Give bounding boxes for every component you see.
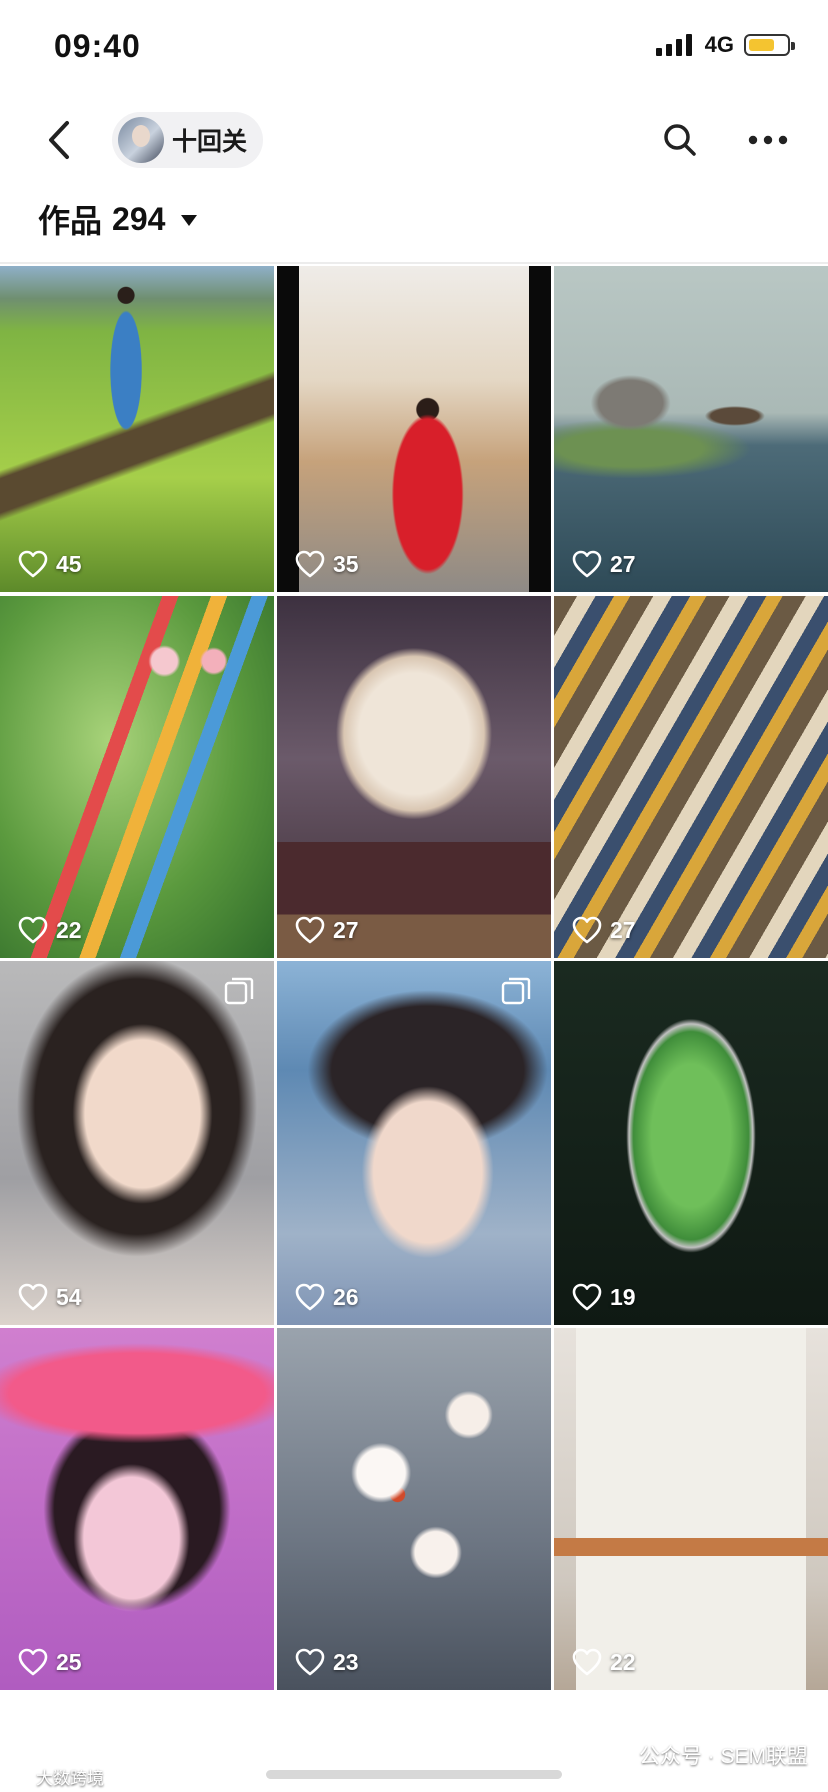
avatar: [118, 117, 164, 163]
like-count: 54: [18, 1283, 82, 1311]
works-label: 作品: [38, 203, 103, 239]
like-count-value: 25: [56, 1648, 82, 1675]
like-count: 23: [295, 1648, 359, 1676]
like-count-value: 27: [610, 550, 636, 577]
multi-image-icon: [501, 977, 531, 1007]
follow-back-label: 十回关: [172, 128, 248, 156]
like-count-value: 19: [610, 1283, 636, 1310]
video-thumbnail[interactable]: 54: [0, 961, 274, 1325]
heart-icon: [18, 550, 48, 578]
like-count: 45: [18, 550, 82, 578]
like-count-value: 54: [56, 1283, 82, 1310]
heart-icon: [295, 1283, 325, 1311]
video-thumbnail[interactable]: 23: [277, 1328, 551, 1690]
video-thumbnail[interactable]: 27: [554, 266, 828, 592]
video-thumbnail[interactable]: 45: [0, 266, 274, 592]
battery-level: [749, 39, 774, 51]
network-type: 4G: [704, 32, 734, 57]
watermark-left-text: 大数跨境: [36, 1769, 104, 1788]
caret-down-icon: [181, 215, 198, 226]
video-thumbnail[interactable]: 25: [0, 1328, 274, 1690]
heart-icon: [18, 1648, 48, 1676]
like-count-value: 45: [56, 550, 82, 577]
back-button[interactable]: [36, 114, 82, 166]
heart-icon: [295, 916, 325, 944]
signal-icon: [655, 34, 692, 56]
video-thumbnail[interactable]: 19: [554, 961, 828, 1325]
like-count: 35: [295, 550, 359, 578]
works-count: 294: [112, 200, 166, 237]
nav-bar: 十回关: [0, 100, 828, 180]
like-count-value: 27: [610, 916, 636, 943]
status-time: 09:40: [54, 28, 141, 64]
video-thumbnail[interactable]: 27: [277, 596, 551, 958]
status-indicators: 4G: [655, 32, 795, 58]
follow-back-button[interactable]: 十回关: [112, 112, 264, 168]
like-count-value: 26: [333, 1283, 359, 1310]
like-count: 27: [295, 916, 359, 944]
battery-icon: [744, 34, 795, 56]
like-count: 22: [18, 916, 82, 944]
watermark-logo-icon: [12, 1772, 31, 1783]
heart-icon: [572, 1648, 602, 1676]
home-indicator[interactable]: [266, 1770, 562, 1779]
like-count: 25: [18, 1648, 82, 1676]
like-count-value: 22: [56, 916, 82, 943]
heart-icon: [18, 916, 48, 944]
more-dots-icon: [748, 135, 788, 145]
more-button[interactable]: [742, 114, 794, 166]
divider: [0, 262, 828, 264]
like-count: 26: [295, 1283, 359, 1311]
video-thumbnail[interactable]: 27: [554, 596, 828, 958]
like-count-value: 35: [333, 550, 359, 577]
video-thumbnail[interactable]: 26: [277, 961, 551, 1325]
heart-icon: [295, 550, 325, 578]
video-thumbnail[interactable]: 22: [554, 1328, 828, 1690]
watermark-right: 公众号 · SEM联盟: [594, 1740, 808, 1770]
watermark-left: 大数跨境: [12, 1764, 104, 1789]
heart-icon: [572, 550, 602, 578]
like-count-value: 27: [333, 916, 359, 943]
video-thumbnail[interactable]: 22: [0, 596, 274, 958]
like-count: 22: [572, 1648, 636, 1676]
search-icon: [664, 124, 696, 156]
heart-icon: [572, 916, 602, 944]
watermark-right-text: 公众号 · SEM联盟: [638, 1745, 808, 1768]
status-bar: 09:40 4G: [0, 0, 828, 100]
heart-icon: [295, 1648, 325, 1676]
multi-image-icon: [224, 977, 254, 1007]
works-filter[interactable]: 作品 294: [38, 196, 198, 242]
heart-icon: [572, 1283, 602, 1311]
search-button[interactable]: [654, 114, 706, 166]
chevron-left-icon: [49, 121, 69, 159]
like-count: 19: [572, 1283, 636, 1311]
video-thumbnail[interactable]: 35: [277, 266, 551, 592]
heart-icon: [18, 1283, 48, 1311]
like-count: 27: [572, 550, 636, 578]
like-count: 27: [572, 916, 636, 944]
like-count-value: 22: [610, 1648, 636, 1675]
wechat-icon: [594, 1744, 631, 1766]
like-count-value: 23: [333, 1648, 359, 1675]
